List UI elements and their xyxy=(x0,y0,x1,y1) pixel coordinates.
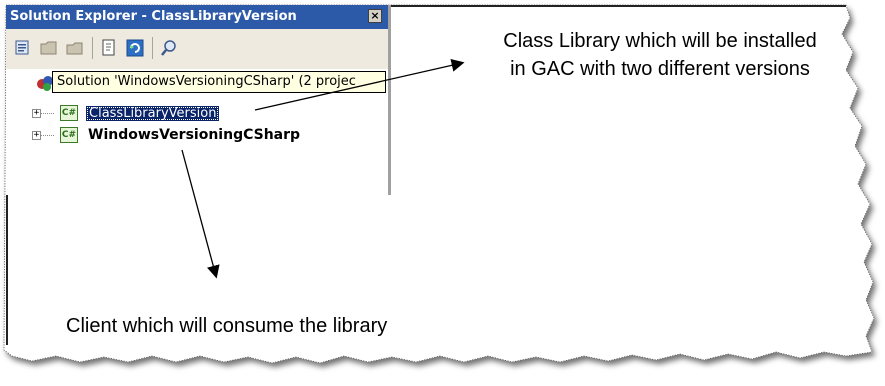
arrow-to-client xyxy=(181,149,220,279)
annotation-line: in GAC with two different versions xyxy=(510,58,810,80)
annotation-class-library: Class Library which will be installed in… xyxy=(470,27,850,83)
arrow-to-class-library xyxy=(254,58,465,111)
annotation-client: Client which will consume the library xyxy=(66,315,388,337)
annotation-line: Class Library which will be installed xyxy=(503,30,817,52)
